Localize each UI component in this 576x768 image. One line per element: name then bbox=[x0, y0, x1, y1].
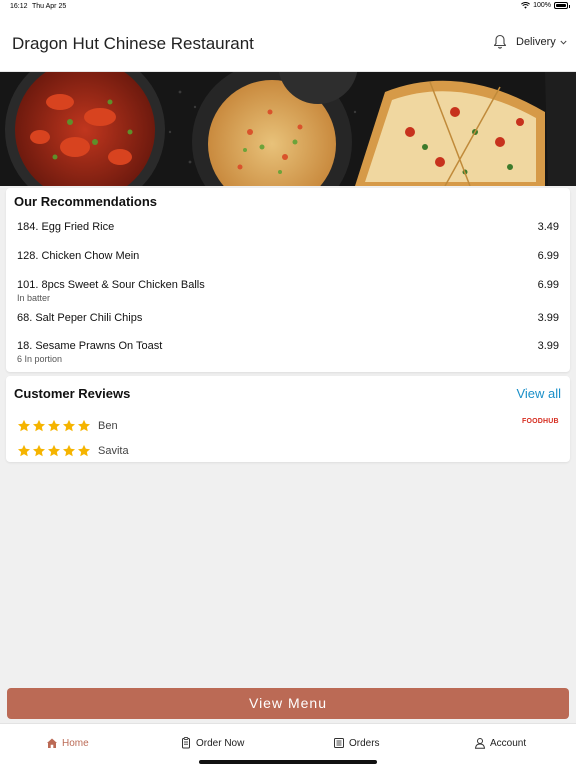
menu-item-name: 101. 8pcs Sweet & Sour Chicken Balls bbox=[17, 279, 205, 291]
delivery-select[interactable]: Delivery bbox=[516, 36, 567, 48]
home-indicator bbox=[199, 760, 377, 764]
tab-label: Orders bbox=[349, 737, 380, 749]
star-icon bbox=[77, 444, 91, 457]
menu-item-price: 6.99 bbox=[537, 250, 559, 262]
tab-home[interactable]: Home bbox=[46, 737, 89, 749]
bottom-tab-bar: Home Order Now Orders Account bbox=[0, 723, 576, 768]
menu-item-description: 6 In portion bbox=[17, 354, 63, 364]
home-icon bbox=[47, 738, 57, 748]
review-row[interactable]: Ben bbox=[17, 418, 118, 434]
view-menu-button[interactable]: View Menu bbox=[7, 688, 569, 719]
status-date: Thu Apr 25 bbox=[32, 3, 67, 10]
menu-item[interactable]: 68. Salt Peper Chili Chips 3.99 bbox=[17, 312, 559, 338]
orders-icon bbox=[334, 738, 344, 748]
star-icon bbox=[17, 444, 31, 457]
star-icon bbox=[17, 419, 31, 432]
menu-item-price: 3.49 bbox=[537, 221, 559, 233]
tab-label: Order Now bbox=[196, 737, 245, 749]
chevron-down-icon bbox=[560, 40, 567, 45]
menu-item[interactable]: 128. Chicken Chow Mein 6.99 bbox=[17, 250, 559, 276]
menu-item-name: 68. Salt Peper Chili Chips bbox=[17, 312, 143, 324]
tab-orders[interactable]: Orders bbox=[333, 737, 380, 749]
menu-item-price: 3.99 bbox=[537, 340, 559, 352]
menu-item-description: In batter bbox=[17, 293, 51, 303]
delivery-label: Delivery bbox=[516, 36, 556, 48]
menu-item-name: 128. Chicken Chow Mein bbox=[17, 250, 140, 262]
star-icon bbox=[32, 444, 46, 457]
star-icon bbox=[62, 444, 76, 457]
order-now-icon bbox=[182, 737, 190, 749]
tab-order-now[interactable]: Order Now bbox=[180, 737, 244, 749]
status-bar: 16:12 Thu Apr 25 100% bbox=[0, 0, 576, 14]
reviewer-name: Ben bbox=[98, 420, 118, 432]
restaurant-name: Dragon Hut Chinese Restaurant bbox=[12, 34, 254, 53]
menu-item-price: 3.99 bbox=[537, 312, 559, 324]
star-icon bbox=[47, 444, 61, 457]
star-icon bbox=[47, 419, 61, 432]
status-indicators: 100% bbox=[521, 2, 570, 9]
tab-label: Home bbox=[62, 737, 89, 749]
recommendations-title: Our Recommendations bbox=[14, 194, 158, 209]
tab-account[interactable]: Account bbox=[474, 737, 526, 749]
recommendations-card: Our Recommendations 184. Egg Fried Rice … bbox=[6, 188, 570, 372]
app-header: Dragon Hut Chinese Restaurant Delivery bbox=[0, 14, 576, 72]
foodhub-logo: FOODHUB bbox=[522, 418, 559, 425]
food-banner-image bbox=[0, 72, 576, 186]
menu-item-price: 6.99 bbox=[537, 279, 559, 291]
menu-item[interactable]: 101. 8pcs Sweet & Sour Chicken Balls 6.9… bbox=[17, 279, 559, 305]
menu-item-name: 184. Egg Fried Rice bbox=[17, 221, 115, 233]
tab-label: Account bbox=[490, 737, 527, 749]
star-icon bbox=[62, 419, 76, 432]
battery-level bbox=[556, 4, 566, 7]
battery-percent: 100% bbox=[533, 2, 551, 9]
account-icon bbox=[474, 738, 486, 749]
reviewer-name: Savita bbox=[98, 445, 129, 457]
star-rating bbox=[17, 444, 91, 458]
star-rating bbox=[17, 419, 91, 433]
menu-item-name: 18. Sesame Prawns On Toast bbox=[17, 340, 163, 352]
menu-item[interactable]: 184. Egg Fried Rice 3.49 bbox=[17, 221, 559, 247]
battery-icon bbox=[554, 2, 570, 9]
status-time: 16:12 bbox=[10, 3, 28, 10]
reviews-card: Customer Reviews View all Ben Savita FOO… bbox=[6, 376, 570, 462]
menu-item[interactable]: 18. Sesame Prawns On Toast 3.99 6 In por… bbox=[17, 340, 559, 366]
bell-icon[interactable] bbox=[493, 34, 507, 50]
star-icon bbox=[32, 419, 46, 432]
view-all-link[interactable]: View all bbox=[516, 386, 561, 401]
reviews-title: Customer Reviews bbox=[14, 386, 131, 401]
wifi-icon bbox=[521, 2, 531, 9]
star-icon bbox=[77, 419, 91, 432]
review-row[interactable]: Savita bbox=[17, 443, 129, 459]
